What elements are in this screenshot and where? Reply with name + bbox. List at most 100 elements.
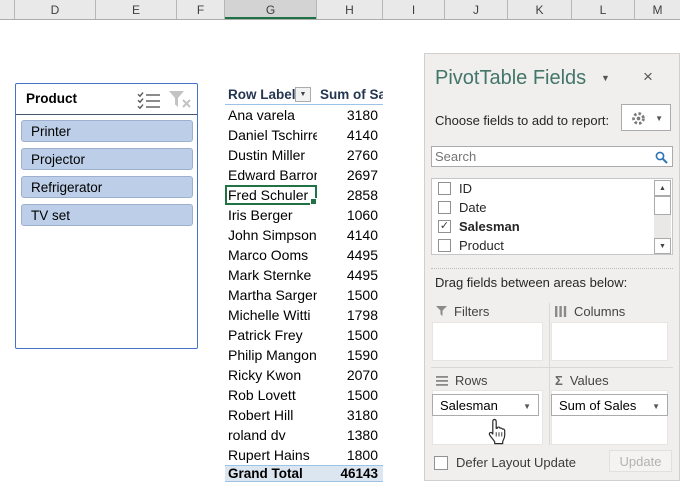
chevron-down-icon[interactable]: ▼ (652, 402, 660, 411)
pivot-row: Daniel Tschirre 4140 (225, 125, 383, 145)
pivot-cell-value[interactable]: 3180 (317, 405, 383, 425)
pivot-cell-name-selected[interactable]: Fred Schuler (225, 185, 317, 205)
pivot-cell-value[interactable]: 2760 (317, 145, 383, 165)
values-field-name: Sum of Sales (559, 398, 637, 413)
pivot-cell-value[interactable]: 1590 (317, 345, 383, 365)
search-box (431, 146, 673, 167)
grand-total-value[interactable]: 46143 (317, 466, 383, 481)
pivot-cell-value[interactable]: 2697 (317, 165, 383, 185)
column-header-m[interactable]: M (635, 0, 680, 19)
pivot-cell-name[interactable]: Michelle Witti (225, 305, 317, 325)
scrollbar-thumb[interactable] (654, 196, 671, 215)
pivot-cell-name[interactable]: Philip Mangon (225, 345, 317, 365)
pane-options-dropdown-icon[interactable]: ▼ (601, 73, 610, 83)
column-header-i[interactable]: I (383, 0, 445, 19)
pivot-cell-name[interactable]: Edward Barron (225, 165, 317, 185)
row-labels-header[interactable]: Row Labels (228, 87, 303, 102)
pane-close-icon[interactable]: × (643, 67, 653, 87)
values-field-pill[interactable]: Sum of Sales ▼ (551, 394, 668, 416)
pivot-cell-value[interactable]: 4495 (317, 265, 383, 285)
pivot-cell-value[interactable]: 1500 (317, 385, 383, 405)
slicer-item-printer[interactable]: Printer (21, 120, 193, 142)
column-header-d[interactable]: D (15, 0, 96, 19)
column-header-h[interactable]: H (317, 0, 383, 19)
pivot-cell-value[interactable]: 4495 (317, 245, 383, 265)
chevron-down-icon[interactable]: ▼ (523, 402, 531, 411)
column-header-g-selected[interactable]: G (225, 0, 317, 19)
pivot-cell-name[interactable]: Dustin Miller (225, 145, 317, 165)
pivot-row: Edward Barron 2697 (225, 165, 383, 185)
tools-gear-button[interactable]: ▼ (621, 104, 671, 131)
pivot-cell-name[interactable]: roland dv (225, 425, 317, 445)
pivot-cell-value[interactable]: 4140 (317, 225, 383, 245)
slicer-header-separator (16, 114, 197, 115)
search-input[interactable] (435, 148, 650, 165)
pivot-cell-value[interactable]: 2858 (317, 185, 383, 205)
pivot-cell-value[interactable]: 2070 (317, 365, 383, 385)
field-checkbox-date[interactable] (438, 201, 451, 214)
excel-window: D E F G H I J K L M Product Printer Proj… (0, 0, 680, 489)
sum-of-sales-header[interactable]: Sum of Sa (320, 87, 383, 102)
scroll-up-icon[interactable]: ▲ (654, 180, 671, 196)
multi-select-icon[interactable] (136, 91, 162, 109)
pivot-cell-name[interactable]: Rupert Hains (225, 445, 317, 465)
slicer-item-projector[interactable]: Projector (21, 148, 193, 170)
field-row-date[interactable]: Date (432, 198, 652, 217)
defer-layout-checkbox[interactable] (434, 455, 448, 470)
column-header-e[interactable]: E (96, 0, 177, 19)
pivottable-fields-pane: PivotTable Fields ▼ × Choose fields to a… (424, 53, 680, 481)
pivot-cell-name[interactable]: Patrick Frey (225, 325, 317, 345)
pivot-cell-name[interactable]: Ricky Kwon (225, 365, 317, 385)
pivot-cell-name[interactable]: Mark Sternke (225, 265, 317, 285)
field-checkbox-salesman[interactable]: ✓ (438, 220, 451, 233)
pivot-cell-name[interactable]: Martha Sargen (225, 285, 317, 305)
field-row-salesman[interactable]: ✓ Salesman (432, 217, 652, 236)
pivot-row: roland dv 1380 (225, 425, 383, 445)
field-label: Salesman (459, 219, 520, 234)
pivot-cell-value[interactable]: 1798 (317, 305, 383, 325)
pivot-cell-name[interactable]: Iris Berger (225, 205, 317, 225)
field-row-id[interactable]: ID (432, 179, 652, 198)
field-checkbox-product[interactable] (438, 239, 451, 252)
pivot-cell-name[interactable]: John Simpson (225, 225, 317, 245)
slicer-item-refrigerator[interactable]: Refrigerator (21, 176, 193, 198)
columns-icon (555, 306, 567, 317)
slicer-item-tv-set[interactable]: TV set (21, 204, 193, 226)
pivot-cell-name[interactable]: Marco Ooms (225, 245, 317, 265)
field-list-scrollbar[interactable]: ▲ ▼ (654, 180, 671, 254)
areas-vertical-divider (549, 303, 550, 445)
filters-drop-area[interactable] (432, 322, 543, 361)
column-header-k[interactable]: K (508, 0, 572, 19)
grand-total-label[interactable]: Grand Total (225, 466, 317, 481)
search-icon[interactable] (655, 151, 668, 164)
field-row-product[interactable]: Product (432, 236, 652, 255)
pivot-row: Ana varela 3180 (225, 105, 383, 125)
values-area-label: Σ Values (555, 373, 609, 388)
pivot-cell-name[interactable]: Robert Hill (225, 405, 317, 425)
pivot-cell-name[interactable]: Ana varela (225, 105, 317, 125)
clear-filter-icon[interactable] (168, 90, 192, 109)
pivot-row: Dustin Miller 2760 (225, 145, 383, 165)
pivot-row: Robert Hill 3180 (225, 405, 383, 425)
pivot-cell-value[interactable]: 3180 (317, 105, 383, 125)
defer-layout-row: Defer Layout Update (434, 455, 576, 470)
columns-drop-area[interactable] (551, 322, 668, 361)
pivot-cell-value[interactable]: 1060 (317, 205, 383, 225)
rows-field-pill[interactable]: Salesman ▼ (432, 394, 539, 416)
pivot-cell-value[interactable]: 1500 (317, 325, 383, 345)
column-header-j[interactable]: J (445, 0, 508, 19)
scroll-down-icon[interactable]: ▼ (654, 238, 671, 254)
column-header-l[interactable]: L (572, 0, 635, 19)
column-header-c-sliver[interactable] (0, 0, 15, 19)
pivot-cell-name[interactable]: Rob Lovett (225, 385, 317, 405)
row-labels-filter-dropdown[interactable]: ▼ (295, 87, 311, 102)
pivot-row: Iris Berger 1060 (225, 205, 383, 225)
areas-horizontal-divider (431, 367, 673, 368)
pivot-cell-name[interactable]: Daniel Tschirre (225, 125, 317, 145)
column-header-f[interactable]: F (177, 0, 225, 19)
field-checkbox-id[interactable] (438, 182, 451, 195)
pivot-cell-value[interactable]: 1380 (317, 425, 383, 445)
pivot-cell-value[interactable]: 4140 (317, 125, 383, 145)
pivot-cell-value[interactable]: 1800 (317, 445, 383, 465)
pivot-cell-value[interactable]: 1500 (317, 285, 383, 305)
